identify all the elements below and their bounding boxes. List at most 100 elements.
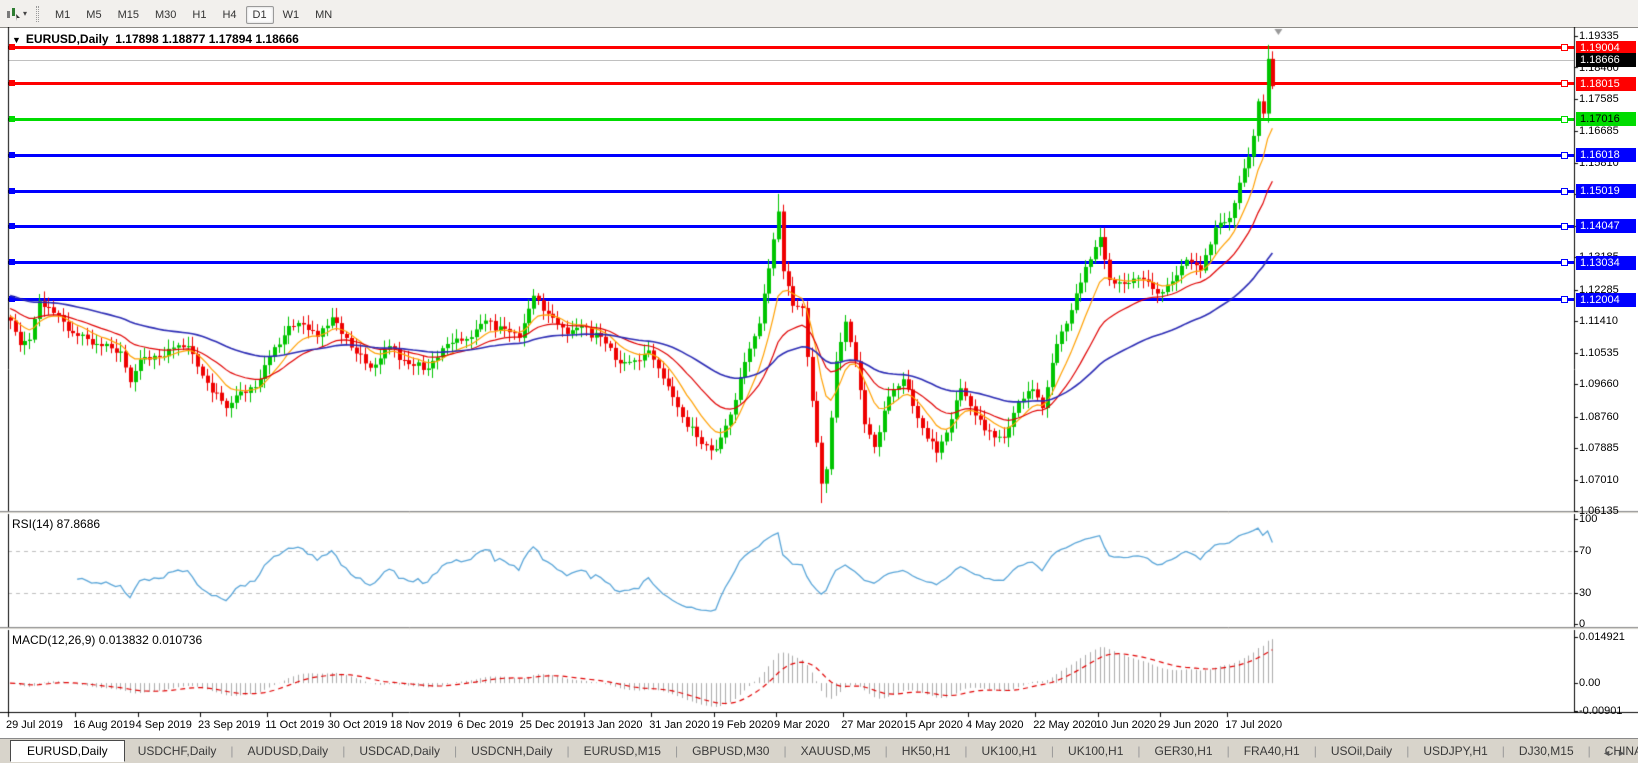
date-label: 13 Jan 2020 [582, 719, 643, 731]
chart-tab-hk50-h1[interactable]: HK50,H1 [889, 742, 964, 760]
date-label: 18 Nov 2019 [390, 719, 452, 731]
chevron-down-icon[interactable]: ▾ [23, 9, 27, 18]
date-label: 16 Aug 2019 [73, 719, 135, 731]
chart-tab-usoil-daily[interactable]: USOil,Daily [1318, 742, 1405, 760]
macd-axis-tick: 0.014921 [1579, 631, 1625, 643]
timeframe-button-m5[interactable]: M5 [79, 6, 108, 24]
price-axis-tick: 1.10535 [1579, 347, 1619, 359]
timeframe-button-m30[interactable]: M30 [148, 6, 183, 24]
level-price-box[interactable]: 1.15019 [1576, 184, 1636, 198]
date-label: 27 Mar 2020 [841, 719, 903, 731]
level-price-box[interactable]: 1.12004 [1576, 293, 1636, 307]
date-label: 15 Apr 2020 [904, 719, 963, 731]
line-left-handle[interactable] [9, 188, 15, 194]
price-axis-tick: 1.11410 [1579, 315, 1618, 327]
line-left-handle[interactable] [9, 296, 15, 302]
price-axis-tick: 1.17585 [1579, 93, 1619, 105]
level-price-box[interactable]: 1.13034 [1576, 256, 1636, 270]
timeframe-button-m1[interactable]: M1 [48, 6, 77, 24]
price-axis-tick: 1.08760 [1579, 411, 1619, 423]
date-label: 23 Sep 2019 [198, 719, 260, 731]
date-label: 11 Oct 2019 [265, 719, 324, 731]
horizontal-level-line-114047[interactable] [8, 225, 1574, 228]
chart-title: ▼EURUSD,Daily 1.17898 1.18877 1.17894 1.… [12, 32, 299, 46]
price-axis-tick: 1.09660 [1579, 378, 1619, 390]
date-label: 17 Jul 2020 [1225, 719, 1282, 731]
date-label: 6 Dec 2019 [457, 719, 513, 731]
line-right-handle[interactable] [1561, 116, 1568, 123]
level-price-box[interactable]: 1.16018 [1576, 148, 1636, 162]
horizontal-level-line-118015[interactable] [8, 82, 1574, 85]
level-price-box[interactable]: 1.17016 [1576, 112, 1636, 126]
timeframe-button-h1[interactable]: H1 [185, 6, 213, 24]
date-label: 22 May 2020 [1033, 719, 1097, 731]
chart-tab-xauusd-m5[interactable]: XAUUSD,M5 [788, 742, 884, 760]
tab-scroll-right-arrow[interactable]: ► [1617, 748, 1632, 758]
level-price-box[interactable]: 1.18015 [1576, 77, 1636, 91]
chart-tab-eurusd-m15[interactable]: EURUSD,M15 [571, 742, 674, 760]
toolbar-grip[interactable] [36, 6, 39, 22]
chart-tab-usdcad-daily[interactable]: USDCAD,Daily [346, 742, 453, 760]
chart-tab-gbpusd-m30[interactable]: GBPUSD,M30 [679, 742, 782, 760]
chart-tab-usdjpy-h1[interactable]: USDJPY,H1 [1410, 742, 1500, 760]
rsi-axis-tick: 70 [1579, 545, 1591, 557]
timeframe-toolbar: ▾ M1M5M15M30H1H4D1W1MN [0, 0, 1638, 28]
rsi-axis-tick: 100 [1579, 513, 1597, 525]
chart-dropdown-icon[interactable]: ▼ [12, 35, 21, 45]
line-left-handle[interactable] [9, 259, 15, 265]
date-label: 4 May 2020 [966, 719, 1023, 731]
horizontal-level-line-117016[interactable] [8, 118, 1574, 121]
date-label: 30 Oct 2019 [328, 719, 388, 731]
rsi-axis-tick: 0 [1579, 618, 1585, 630]
line-left-handle[interactable] [9, 223, 15, 229]
tab-scroll-left-arrow[interactable]: ◄ [1602, 748, 1617, 758]
line-right-handle[interactable] [1561, 80, 1568, 87]
timeframe-button-w1[interactable]: W1 [276, 6, 307, 24]
date-label: 25 Dec 2019 [520, 719, 582, 731]
macd-axis-tick: 0.00 [1579, 677, 1600, 689]
rsi-indicator-label: RSI(14) 87.8686 [12, 517, 100, 531]
line-left-handle[interactable] [9, 116, 15, 122]
timeframe-button-m15[interactable]: M15 [111, 6, 146, 24]
chart-tab-fra40-h1[interactable]: FRA40,H1 [1231, 742, 1313, 760]
price-axis-tick: 1.07010 [1579, 474, 1619, 486]
line-right-handle[interactable] [1561, 296, 1568, 303]
chart-tab-uk100-h1[interactable]: UK100,H1 [1055, 742, 1136, 760]
horizontal-level-line-115019[interactable] [8, 190, 1574, 193]
date-label: 10 Jun 2020 [1096, 719, 1157, 731]
line-left-handle[interactable] [9, 80, 15, 86]
price-axis-tick: 1.16685 [1579, 125, 1619, 137]
line-right-handle[interactable] [1561, 259, 1568, 266]
line-right-handle[interactable] [1561, 152, 1568, 159]
chart-tab-ger30-h1[interactable]: GER30,H1 [1142, 742, 1226, 760]
level-price-box[interactable]: 1.14047 [1576, 219, 1636, 233]
horizontal-level-line-119004[interactable] [8, 46, 1574, 49]
line-left-handle[interactable] [9, 152, 15, 158]
chart-tab-dj30-m15[interactable]: DJ30,M15 [1506, 742, 1587, 760]
date-label: 4 Sep 2019 [136, 719, 192, 731]
timeframe-button-mn[interactable]: MN [308, 6, 339, 24]
current-price-line [8, 60, 1574, 61]
trading-terminal-window: ▾ M1M5M15M30H1H4D1W1MN ▼EURUSD,Daily 1.1… [0, 0, 1638, 763]
current-price-box: 1.18666 [1576, 53, 1636, 67]
price-axis-tick: 1.07885 [1579, 442, 1619, 454]
date-label: 29 Jul 2019 [6, 719, 63, 731]
horizontal-level-line-116018[interactable] [8, 154, 1574, 157]
timeframe-button-h4[interactable]: H4 [215, 6, 243, 24]
line-right-handle[interactable] [1561, 44, 1568, 51]
horizontal-level-line-112004[interactable] [8, 298, 1574, 301]
timeframe-button-d1[interactable]: D1 [246, 6, 274, 24]
macd-indicator-label: MACD(12,26,9) 0.013832 0.010736 [12, 633, 202, 647]
line-right-handle[interactable] [1561, 223, 1568, 230]
chart-cursor-icon[interactable] [4, 5, 22, 23]
chart-tab-usdcnh-daily[interactable]: USDCNH,Daily [458, 742, 565, 760]
chart-tab-audusd-daily[interactable]: AUDUSD,Daily [235, 742, 342, 760]
chart-tab-usdchf-daily[interactable]: USDCHF,Daily [125, 742, 230, 760]
date-label: 31 Jan 2020 [649, 719, 710, 731]
chart-tab-uk100-h1[interactable]: UK100,H1 [969, 742, 1050, 760]
chart-plot-area[interactable] [8, 27, 1574, 712]
chart-tab-eurusd-daily[interactable]: EURUSD,Daily [10, 740, 125, 762]
date-label: 9 Mar 2020 [774, 719, 830, 731]
line-right-handle[interactable] [1561, 188, 1568, 195]
horizontal-level-line-113034[interactable] [8, 261, 1574, 264]
